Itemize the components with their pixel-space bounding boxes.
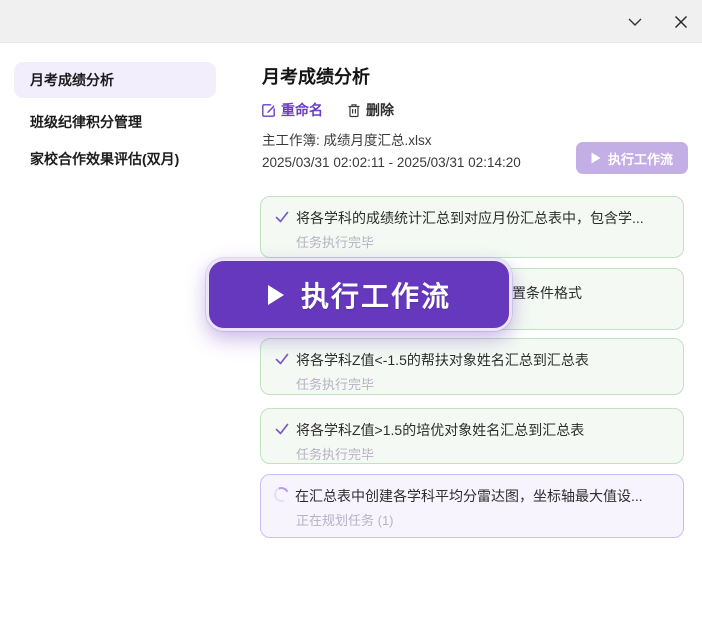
task-text: 在汇总表中创建各学科平均分雷达图，坐标轴最大值设...: [295, 486, 643, 506]
task-text: 置条件格式: [512, 283, 582, 303]
task-text: 将各学科Z值<-1.5的帮扶对象姓名汇总到汇总表: [296, 350, 589, 370]
sidebar-item-label: 月考成绩分析: [30, 70, 114, 90]
collapse-button[interactable]: [620, 8, 650, 36]
titlebar: [0, 0, 702, 43]
play-icon: [267, 284, 285, 306]
task-card-4[interactable]: 将各学科Z值>1.5的培优对象姓名汇总到汇总表 任务执行完毕: [260, 408, 684, 464]
workflow-time-range: 2025/03/31 02:02:11 - 2025/03/31 02:14:2…: [262, 152, 521, 174]
task-card-5[interactable]: 在汇总表中创建各学科平均分雷达图，坐标轴最大值设... 正在规划任务 (1): [260, 474, 684, 538]
edit-icon: [261, 103, 276, 118]
play-icon: [591, 152, 601, 164]
task-text: 将各学科的成绩统计汇总到对应月份汇总表中，包含学...: [296, 208, 644, 228]
close-icon: [672, 13, 690, 31]
check-icon: [274, 421, 290, 440]
task-text: 将各学科Z值>1.5的培优对象姓名汇总到汇总表: [296, 420, 584, 440]
workflow-panel-window: 月考成绩分析 班级纪律积分管理 家校合作效果评估(双月) 月考成绩分析 重命名 …: [0, 0, 702, 626]
page-title: 月考成绩分析: [262, 63, 370, 89]
task-card-1[interactable]: 将各学科的成绩统计汇总到对应月份汇总表中，包含学... 任务执行完毕: [260, 196, 684, 258]
trash-icon: [347, 103, 361, 118]
run-workflow-button[interactable]: 执行工作流: [576, 142, 688, 174]
sidebar-item-home-school-evaluation[interactable]: 家校合作效果评估(双月): [14, 141, 216, 177]
rename-label: 重命名: [281, 100, 323, 120]
sidebar-item-label: 班级纪律积分管理: [30, 112, 142, 132]
sidebar-item-label: 家校合作效果评估(双月): [30, 149, 179, 169]
workbook-name: 主工作簿: 成绩月度汇总.xlsx: [262, 130, 521, 152]
close-button[interactable]: [666, 8, 696, 36]
sidebar-item-monthly-exam-analysis[interactable]: 月考成绩分析: [14, 62, 216, 98]
task-status: 任务执行完毕: [296, 232, 670, 251]
check-icon: [274, 209, 290, 228]
sidebar-item-class-discipline-points[interactable]: 班级纪律积分管理: [14, 104, 216, 140]
check-icon: [274, 351, 290, 370]
task-status: 任务执行完毕: [296, 374, 670, 393]
task-status: 正在规划任务 (1): [296, 510, 670, 529]
title-actions: 重命名 删除: [261, 100, 394, 120]
task-card-3[interactable]: 将各学科Z值<-1.5的帮扶对象姓名汇总到汇总表 任务执行完毕: [260, 338, 684, 395]
run-workflow-overlay-button[interactable]: 执行工作流: [206, 258, 512, 331]
run-workflow-label: 执行工作流: [608, 149, 673, 168]
loading-spinner-icon: [274, 486, 291, 504]
chevron-down-icon: [625, 12, 645, 32]
delete-button[interactable]: 删除: [347, 100, 394, 120]
run-workflow-overlay-label: 执行工作流: [301, 275, 451, 315]
rename-button[interactable]: 重命名: [261, 100, 323, 120]
workflow-meta: 主工作簿: 成绩月度汇总.xlsx 2025/03/31 02:02:11 - …: [262, 130, 521, 174]
delete-label: 删除: [366, 100, 394, 120]
task-status: 任务执行完毕: [296, 444, 670, 463]
